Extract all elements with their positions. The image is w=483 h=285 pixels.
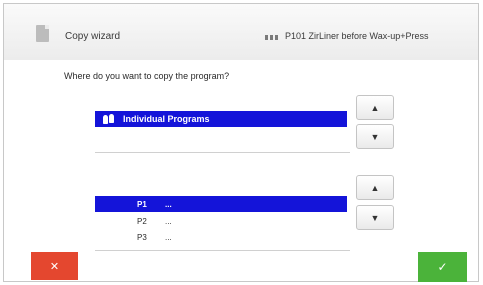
list-divider xyxy=(95,250,350,251)
header-bar: Copy wizard P101 ZirLiner before Wax-up+… xyxy=(4,4,478,60)
document-icon xyxy=(36,25,49,42)
cancel-button[interactable]: ✕ xyxy=(31,252,78,280)
arrow-down-icon: ▼ xyxy=(370,131,380,142)
group-list: Individual Programs xyxy=(95,94,350,153)
program-name: P101 ZirLiner before Wax-up+Press xyxy=(285,31,429,41)
program-label: ... xyxy=(165,199,172,209)
group-scroll-down-button[interactable]: ▼ xyxy=(356,124,394,149)
group-scroll-up-button[interactable]: ▲ xyxy=(356,95,394,120)
copy-wizard-screen: Copy wizard P101 ZirLiner before Wax-up+… xyxy=(3,3,479,282)
checkmark-icon: ✓ xyxy=(437,260,448,274)
program-row-p3[interactable]: P3 ... xyxy=(95,229,347,245)
program-label: ... xyxy=(165,216,172,226)
users-icon xyxy=(103,114,117,124)
program-number: P3 xyxy=(137,232,147,242)
program-scroll-up-button[interactable]: ▲ xyxy=(356,175,394,200)
arrow-up-icon: ▲ xyxy=(370,182,380,193)
program-curve-icon xyxy=(265,35,279,40)
close-icon: ✕ xyxy=(49,260,60,273)
program-row-p1[interactable]: P1 ... xyxy=(95,196,347,212)
arrow-up-icon: ▲ xyxy=(370,102,380,113)
program-scroll-down-button[interactable]: ▼ xyxy=(356,205,394,230)
program-number: P1 xyxy=(137,199,147,209)
program-label: ... xyxy=(165,232,172,242)
page-title: Copy wizard xyxy=(65,31,121,42)
program-number: P2 xyxy=(137,216,147,226)
program-row-p2[interactable]: P2 ... xyxy=(95,213,347,229)
confirm-button[interactable]: ✓ xyxy=(418,252,467,282)
copy-question: Where do you want to copy the program? xyxy=(64,71,230,81)
group-item-individual-programs[interactable]: Individual Programs xyxy=(95,111,347,127)
group-item-label: Individual Programs xyxy=(123,114,210,124)
arrow-down-icon: ▼ xyxy=(370,212,380,223)
program-list: P1 ... P2 ... P3 ... xyxy=(95,162,350,250)
